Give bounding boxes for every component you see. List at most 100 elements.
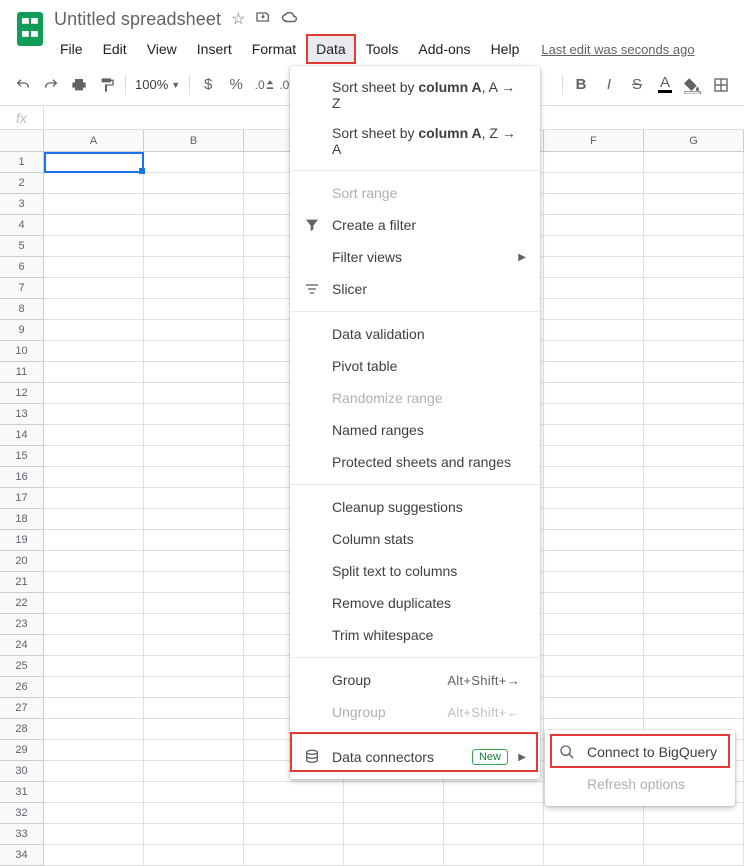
cell[interactable] (544, 404, 644, 425)
cell[interactable] (44, 320, 144, 341)
cell[interactable] (544, 635, 644, 656)
cell[interactable] (44, 446, 144, 467)
row-header[interactable]: 15 (0, 446, 44, 467)
cell[interactable] (44, 656, 144, 677)
row-header[interactable]: 33 (0, 824, 44, 845)
cell[interactable] (644, 593, 744, 614)
menuitem-cleanup-suggestions[interactable]: Cleanup suggestions (290, 491, 540, 523)
cell[interactable] (544, 320, 644, 341)
cell[interactable] (444, 803, 544, 824)
row-header[interactable]: 23 (0, 614, 44, 635)
row-header[interactable]: 1 (0, 152, 44, 173)
undo-button[interactable] (10, 72, 36, 98)
cell[interactable] (644, 341, 744, 362)
cell[interactable] (44, 278, 144, 299)
cell[interactable] (144, 635, 244, 656)
cell[interactable] (44, 383, 144, 404)
cell[interactable] (644, 194, 744, 215)
cell[interactable] (44, 341, 144, 362)
row-header[interactable]: 7 (0, 278, 44, 299)
menu-insert[interactable]: Insert (187, 34, 242, 64)
cell[interactable] (644, 551, 744, 572)
cell[interactable] (544, 299, 644, 320)
cell[interactable] (344, 824, 444, 845)
cell[interactable] (344, 782, 444, 803)
italic-button[interactable]: I (596, 72, 622, 98)
cell[interactable] (644, 257, 744, 278)
row-header[interactable]: 34 (0, 845, 44, 866)
cell[interactable] (144, 488, 244, 509)
cell[interactable] (44, 173, 144, 194)
col-header-f[interactable]: F (544, 130, 644, 151)
cell[interactable] (544, 257, 644, 278)
cell[interactable] (44, 236, 144, 257)
row-header[interactable]: 8 (0, 299, 44, 320)
cell[interactable] (44, 698, 144, 719)
menuitem-split-text[interactable]: Split text to columns (290, 555, 540, 587)
cell[interactable] (444, 782, 544, 803)
cell[interactable] (144, 446, 244, 467)
menu-tools[interactable]: Tools (356, 34, 409, 64)
cell[interactable] (644, 698, 744, 719)
cell[interactable] (44, 593, 144, 614)
cell[interactable] (544, 278, 644, 299)
cell[interactable] (644, 656, 744, 677)
cell[interactable] (644, 467, 744, 488)
cell[interactable] (644, 845, 744, 866)
row-header[interactable]: 10 (0, 341, 44, 362)
cell[interactable] (544, 698, 644, 719)
zoom-selector[interactable]: 100%▼ (131, 77, 184, 92)
cell[interactable] (544, 362, 644, 383)
cell[interactable] (544, 194, 644, 215)
cell[interactable] (644, 509, 744, 530)
cell[interactable] (244, 782, 344, 803)
row-header[interactable]: 20 (0, 551, 44, 572)
cell[interactable] (44, 362, 144, 383)
cell[interactable] (544, 236, 644, 257)
row-header[interactable]: 31 (0, 782, 44, 803)
row-header[interactable]: 29 (0, 740, 44, 761)
cell[interactable] (44, 782, 144, 803)
cell[interactable] (144, 299, 244, 320)
cell[interactable] (544, 152, 644, 173)
row-header[interactable]: 5 (0, 236, 44, 257)
menuitem-pivot-table[interactable]: Pivot table (290, 350, 540, 382)
format-percent-button[interactable]: % (223, 72, 249, 98)
cell[interactable] (44, 572, 144, 593)
cell[interactable] (644, 236, 744, 257)
cell[interactable] (144, 824, 244, 845)
cell[interactable] (544, 572, 644, 593)
cell[interactable] (544, 824, 644, 845)
col-header-a[interactable]: A (44, 130, 144, 151)
cell[interactable] (144, 320, 244, 341)
cell[interactable] (144, 404, 244, 425)
cell[interactable] (644, 488, 744, 509)
cell[interactable] (44, 824, 144, 845)
cell[interactable] (644, 446, 744, 467)
cell[interactable] (144, 173, 244, 194)
menu-data[interactable]: Data (306, 34, 356, 64)
row-header[interactable]: 11 (0, 362, 44, 383)
cell[interactable] (244, 824, 344, 845)
menuitem-remove-duplicates[interactable]: Remove duplicates (290, 587, 540, 619)
menu-help[interactable]: Help (481, 34, 530, 64)
cell[interactable] (144, 740, 244, 761)
row-header[interactable]: 26 (0, 677, 44, 698)
menu-edit[interactable]: Edit (93, 34, 137, 64)
sheets-logo[interactable] (17, 12, 43, 46)
row-header[interactable]: 19 (0, 530, 44, 551)
text-color-button[interactable]: A (652, 72, 678, 98)
menu-view[interactable]: View (137, 34, 187, 64)
print-button[interactable] (66, 72, 92, 98)
row-header[interactable]: 24 (0, 635, 44, 656)
paint-format-button[interactable] (94, 72, 120, 98)
cell[interactable] (44, 467, 144, 488)
cell[interactable] (144, 152, 244, 173)
cell[interactable] (44, 488, 144, 509)
select-all-corner[interactable] (0, 130, 44, 151)
cell[interactable] (644, 383, 744, 404)
cell[interactable] (44, 299, 144, 320)
row-header[interactable]: 17 (0, 488, 44, 509)
cell[interactable] (44, 509, 144, 530)
cell[interactable] (44, 614, 144, 635)
